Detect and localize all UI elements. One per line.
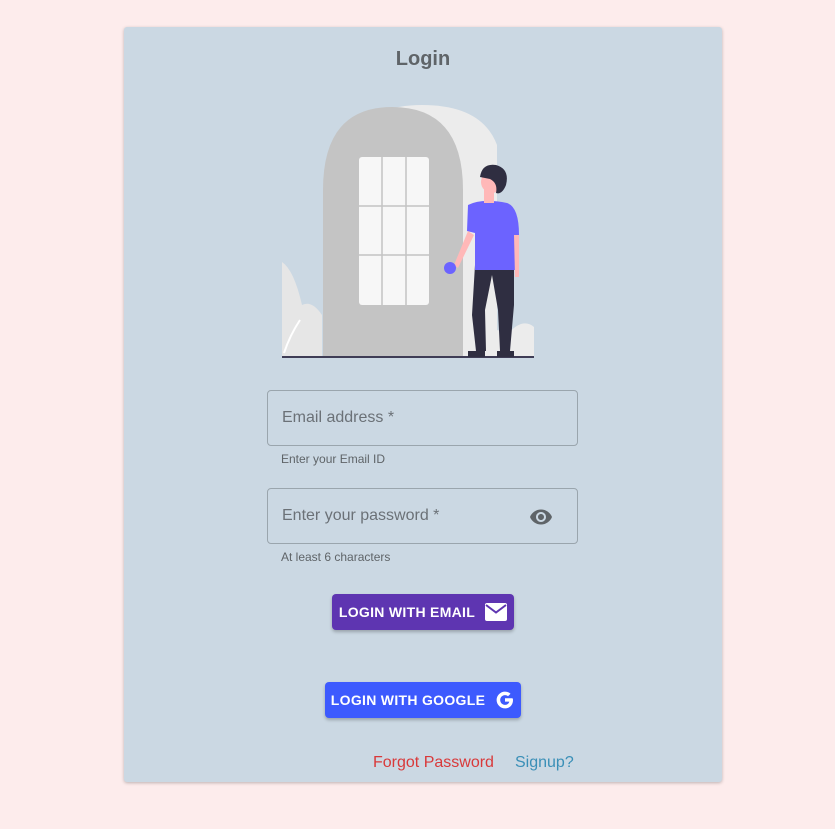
login-card: Login Email address * Enter your Email I… [124, 27, 722, 782]
google-icon [496, 691, 514, 709]
email-field[interactable]: Email address * [267, 390, 578, 446]
email-helper-text: Enter your Email ID [281, 452, 386, 466]
page-title: Login [395, 48, 451, 70]
login-with-email-label: LOGIN WITH EMAIL [338, 604, 476, 620]
mail-icon [485, 603, 508, 621]
password-helper-text: At least 6 characters [281, 550, 391, 564]
forgot-password-link[interactable]: Forgot Password [373, 754, 494, 772]
email-input[interactable] [268, 391, 577, 445]
door-illustration [282, 105, 534, 358]
eye-icon[interactable] [529, 505, 553, 529]
login-with-google-label: LOGIN WITH GOOGLE [330, 692, 486, 708]
login-with-google-button[interactable]: LOGIN WITH GOOGLE [325, 682, 521, 718]
login-with-email-button[interactable]: LOGIN WITH EMAIL [332, 594, 514, 630]
signup-link[interactable]: Signup? [515, 754, 574, 772]
password-field[interactable]: Enter your password * [267, 488, 578, 544]
